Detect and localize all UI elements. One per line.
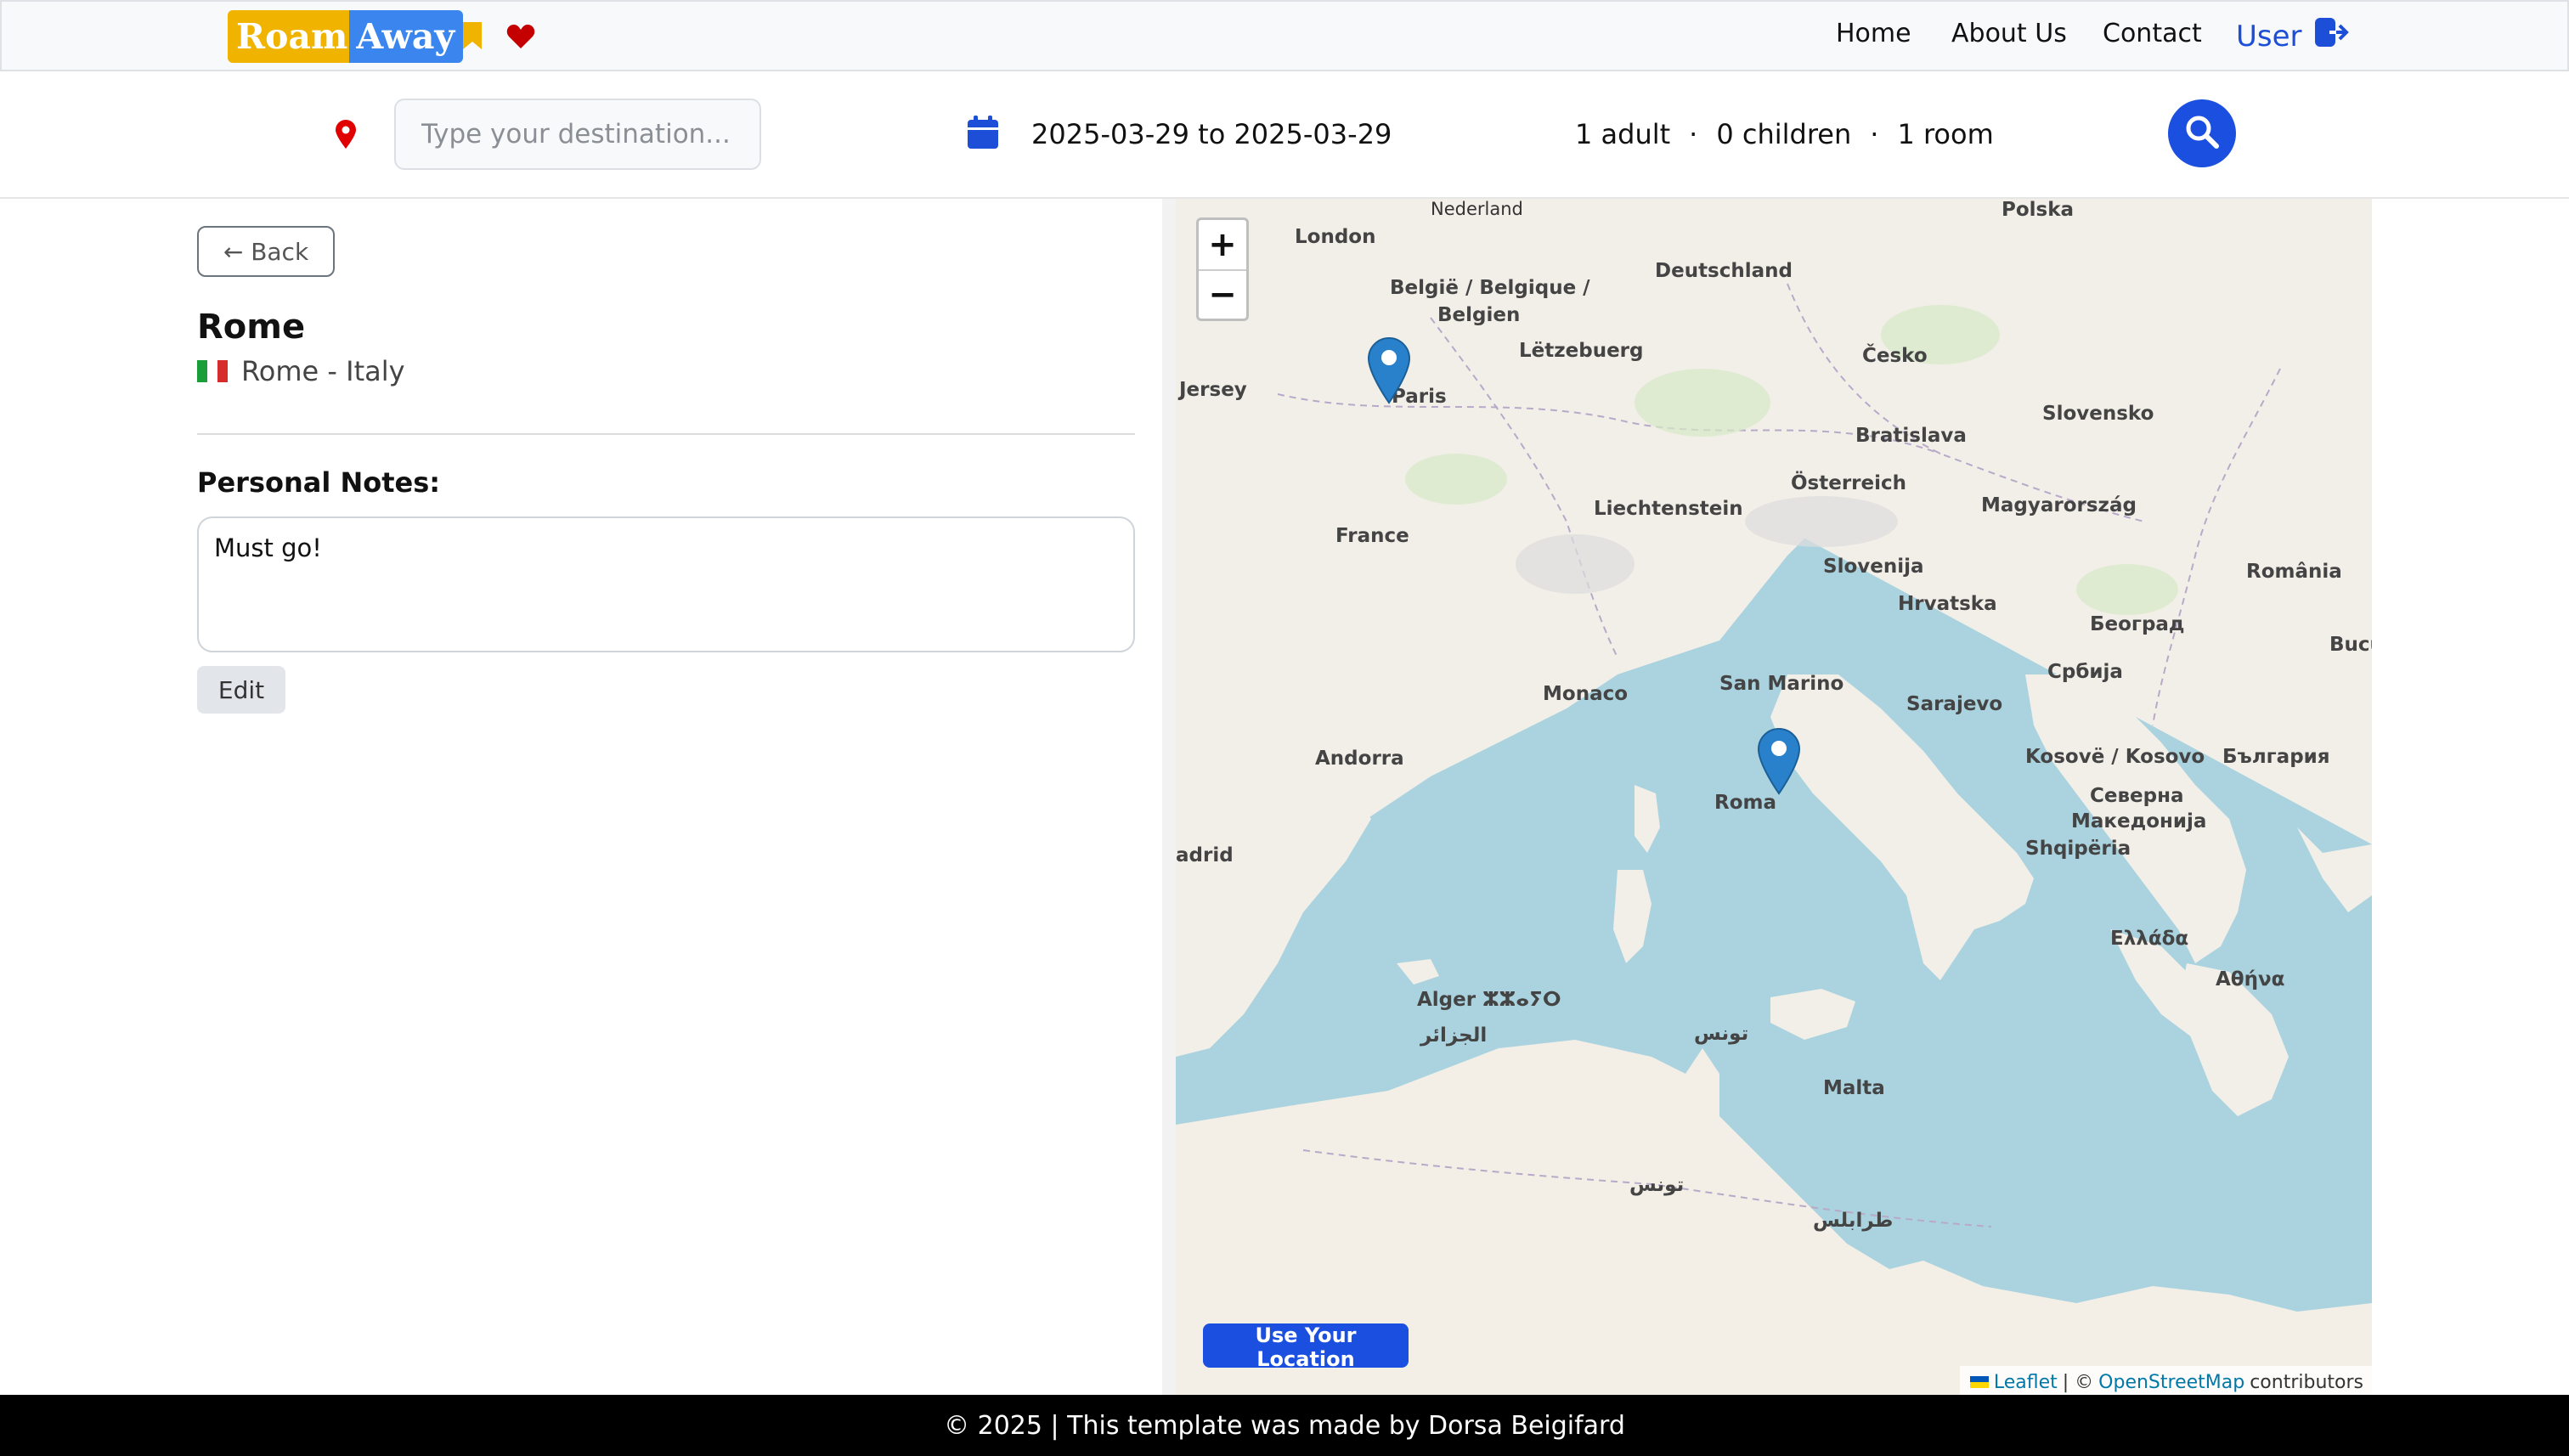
map-label: Slovenija [1823, 556, 1924, 578]
notes-textarea[interactable]: Must go! [197, 516, 1135, 652]
map-label: Slovensko [2042, 403, 2154, 425]
map-label: France [1335, 525, 1409, 547]
leaflet-link[interactable]: Leaflet [1994, 1372, 2058, 1393]
search-icon [2183, 113, 2221, 154]
map-label: Österreich [1791, 472, 1907, 494]
zoom-out-button[interactable]: − [1199, 269, 1246, 319]
map-label: Sarajevo [1906, 693, 2003, 715]
rooms-count: 1 room [1897, 118, 1994, 150]
user-menu[interactable]: User [2236, 17, 2350, 55]
map-label: Jersey [1179, 379, 1247, 401]
map-label: Belgien [1437, 304, 1521, 326]
calendar-icon[interactable] [967, 116, 999, 153]
map-label: Αθήνα [2216, 968, 2285, 990]
map-label: Magyarország [1981, 494, 2137, 516]
separator-dot: · [1689, 118, 1698, 150]
nav-link-home[interactable]: Home [1836, 19, 1911, 48]
map-label: Србија [2047, 661, 2123, 683]
nav-link-contact[interactable]: Contact [2103, 19, 2202, 48]
place-location-text: Rome - Italy [241, 355, 405, 387]
map-label: România [2246, 561, 2342, 583]
map-label: Hrvatska [1898, 593, 1997, 615]
map-label: Македонија [2071, 810, 2207, 832]
map-label: Monaco [1543, 683, 1629, 705]
destination-input[interactable] [394, 99, 761, 170]
adults-count: 1 adult [1575, 118, 1671, 150]
heart-icon[interactable] [506, 24, 535, 53]
use-location-button[interactable]: Use Your Location [1203, 1323, 1409, 1371]
map-attribution: Leaflet | © OpenStreetMap contributors [1959, 1366, 2372, 1395]
nav-link-about[interactable]: About Us [1951, 19, 2067, 48]
italy-flag-icon [197, 360, 228, 382]
place-title: Rome [197, 308, 306, 347]
attribution-tail: contributors [2250, 1371, 2363, 1393]
separator-dot: · [1870, 118, 1879, 150]
brand-logo[interactable]: Roam Away [228, 10, 464, 63]
map-label: Polska [2002, 199, 2075, 221]
osm-link[interactable]: OpenStreetMap [2098, 1372, 2244, 1393]
map-label: Česko [1862, 345, 1928, 367]
top-navbar: Roam Away Home About Us Contact User [0, 0, 2569, 71]
map-label: Deutschland [1655, 260, 1793, 282]
map-label: Alger ⵣⵣⴰⵢⵔ [1417, 989, 1561, 1011]
back-button[interactable]: ← Back [197, 226, 335, 277]
footer-text: © 2025 | This template was made by Dorsa… [944, 1410, 1625, 1441]
attribution-separator: | © [2062, 1371, 2094, 1393]
map-panel: London Nederland Deutschland België / Be… [1162, 199, 2372, 1395]
footer: © 2025 | This template was made by Dorsa… [0, 1395, 2569, 1456]
date-range[interactable]: 2025-03-29 to 2025-03-29 [1031, 118, 1392, 150]
logout-icon [2314, 17, 2350, 55]
zoom-in-button[interactable]: + [1199, 220, 1246, 269]
map-label: Bucure [2329, 634, 2372, 656]
children-count: 0 children [1716, 118, 1852, 150]
map-label: Malta [1823, 1077, 1885, 1099]
map-label: Andorra [1315, 748, 1404, 770]
map-label: طرابلس [1813, 1210, 1894, 1232]
brand-part-roam: Roam [228, 10, 350, 63]
map-view[interactable]: London Nederland Deutschland België / Be… [1176, 199, 2372, 1395]
edit-button[interactable]: Edit [197, 666, 285, 714]
map-label: Liechtenstein [1594, 498, 1743, 520]
map-label: Ελλάδα [2110, 928, 2189, 950]
map-label: San Marino [1719, 673, 1844, 695]
map-label: الجزائر [1420, 1024, 1488, 1047]
map-label: adrid [1176, 844, 1234, 866]
bookmark-icon[interactable] [460, 20, 484, 54]
guest-selector[interactable]: 1 adult · 0 children · 1 room [1575, 118, 1994, 150]
map-label: تونس [1629, 1174, 1685, 1196]
notes-label: Personal Notes: [197, 466, 441, 499]
map-label: Kosovë / Kosovo [2025, 746, 2205, 768]
map-label: تونس [1694, 1023, 1749, 1045]
section-divider [197, 433, 1135, 435]
map-label: Београд [2090, 613, 2185, 635]
map-label: België / Belgique / [1390, 277, 1590, 299]
map-label: България [2222, 746, 2330, 768]
map-label: Lëtzebuerg [1519, 340, 1644, 362]
user-label: User [2236, 19, 2302, 54]
place-subtitle: Rome - Italy [197, 355, 405, 387]
search-bar: 2025-03-29 to 2025-03-29 1 adult · 0 chi… [0, 71, 2569, 199]
map-label: Nederland [1431, 199, 1523, 219]
zoom-control: + − [1196, 217, 1249, 321]
location-pin-icon [334, 119, 358, 153]
map-marker-icon[interactable] [1367, 336, 1411, 404]
map-label: Северна [2090, 785, 2184, 807]
brand-part-away: Away [349, 10, 464, 63]
map-label: Bratislava [1855, 425, 1967, 447]
ukraine-flag-icon [1969, 1376, 1989, 1388]
search-button[interactable] [2168, 99, 2236, 167]
map-label: Shqipëria [2025, 838, 2131, 860]
map-label: London [1295, 226, 1376, 248]
map-marker-icon[interactable] [1757, 727, 1801, 795]
